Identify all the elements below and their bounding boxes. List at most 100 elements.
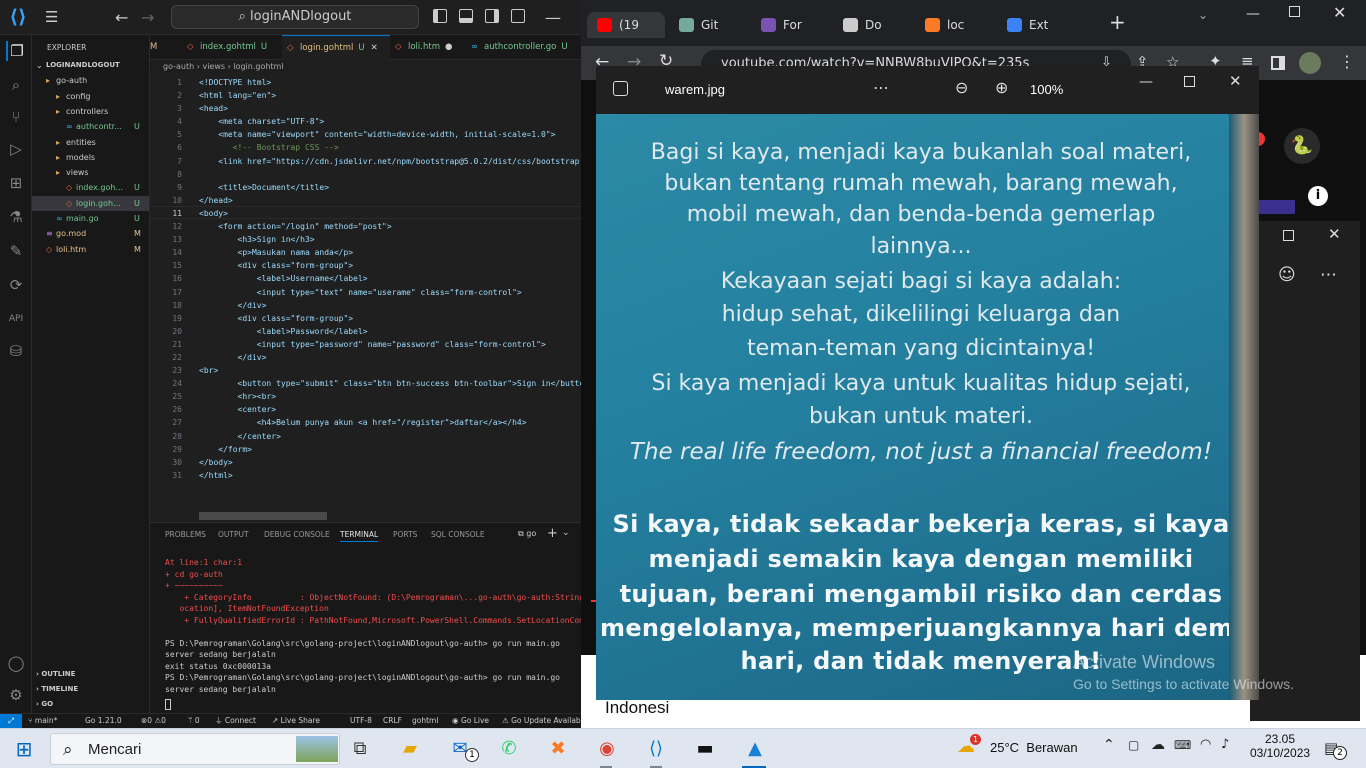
- go-section[interactable]: › GO: [36, 697, 53, 712]
- maximize-icon[interactable]: [1283, 230, 1294, 241]
- editor-tab[interactable]: M: [150, 35, 182, 60]
- tree-item[interactable]: ▸ models: [32, 150, 149, 165]
- code-line[interactable]: <body>: [199, 207, 581, 220]
- remote-explorer-icon[interactable]: ⟳: [6, 275, 26, 295]
- hamburger-menu-icon[interactable]: ☰: [45, 9, 63, 25]
- go-version[interactable]: Go 1.21.0: [85, 714, 122, 728]
- terminal-shell-selector[interactable]: ⧉ go: [518, 529, 536, 539]
- close-icon[interactable]: ✕: [1333, 3, 1346, 22]
- more-menu-icon[interactable]: ⋮: [1339, 52, 1355, 71]
- code-line[interactable]: </div>: [199, 351, 581, 364]
- browser-tab[interactable]: Do: [833, 12, 911, 38]
- run-debug-icon[interactable]: ▷: [6, 139, 26, 159]
- info-icon[interactable]: i: [1308, 186, 1328, 206]
- tab-search-icon[interactable]: ⌄: [1198, 8, 1208, 22]
- zoom-level[interactable]: 100%: [1030, 82, 1063, 97]
- code-line[interactable]: <h4>Belum punya akun <a href="/register"…: [199, 416, 581, 429]
- code-editor[interactable]: 1 2 3 4 5 6 7 8 9 10 11 12 13 14 15 16 17 18 19 20 21 22 23 24 2…: [150, 74, 581, 522]
- close-icon[interactable]: ✕: [1229, 72, 1242, 90]
- code-line[interactable]: </html>: [199, 469, 581, 482]
- vscode-icon[interactable]: ⟨⟩: [641, 735, 671, 763]
- editor-tab[interactable]: ◇ login.gohtml U ✕: [282, 35, 390, 60]
- account-icon[interactable]: ◯: [6, 653, 26, 673]
- more-options-icon[interactable]: ⋯: [873, 78, 889, 97]
- editor-tab[interactable]: ∞ authcontroller.go U: [466, 35, 581, 60]
- panel-tab[interactable]: OUTPUT: [218, 530, 249, 539]
- windows-start-icon[interactable]: ⊞: [9, 735, 39, 763]
- panel-tab[interactable]: PORTS: [393, 530, 417, 539]
- chrome-icon[interactable]: ◉: [592, 735, 622, 763]
- live-share-button[interactable]: ↗ Live Share: [272, 714, 320, 728]
- code-line[interactable]: </form>: [199, 443, 581, 456]
- horizontal-scrollbar[interactable]: [199, 512, 327, 520]
- clock[interactable]: 23.05 03/10/2023: [1250, 732, 1310, 760]
- go-update-button[interactable]: ⚠ Go Update Available: [502, 714, 581, 728]
- forward-arrow-icon[interactable]: →: [141, 8, 154, 27]
- outline-section[interactable]: › OUTLINE: [36, 667, 75, 682]
- eol-indicator[interactable]: CRLF: [383, 714, 402, 728]
- weather-text[interactable]: 25°C Berawan: [990, 740, 1078, 755]
- branch-indicator[interactable]: ⑂ main*: [28, 714, 57, 728]
- breadcrumb[interactable]: go-auth › views › login.gohtml: [150, 60, 581, 74]
- code-line[interactable]: <div class="form-group">: [199, 259, 581, 272]
- python-logo-icon[interactable]: 🐍: [1284, 128, 1320, 164]
- volume-icon[interactable]: ♪: [1221, 737, 1229, 752]
- extensions-icon[interactable]: ⊞: [6, 173, 26, 193]
- settings-gear-icon[interactable]: ⚙: [6, 685, 26, 705]
- terminal-dropdown-icon[interactable]: ⌄: [562, 528, 570, 538]
- zoom-in-icon[interactable]: ⊕: [995, 78, 1008, 97]
- maximize-icon[interactable]: [1289, 6, 1300, 17]
- timeline-section[interactable]: › TIMELINE: [36, 682, 78, 697]
- toggle-sidebar-icon[interactable]: [433, 9, 447, 23]
- panel-tab[interactable]: SQL CONSOLE: [431, 530, 485, 539]
- terminal-output[interactable]: At line:1 char:1 + cd go-auth + ~~~~~~~~~~…: [165, 557, 581, 695]
- emoji-icon[interactable]: ☺: [1278, 265, 1296, 285]
- testing-icon[interactable]: ⚗: [6, 207, 26, 227]
- editor-tab[interactable]: ◇ index.gohtml U: [182, 35, 282, 60]
- file-explorer-icon[interactable]: ▰: [395, 735, 425, 763]
- new-terminal-icon[interactable]: +: [547, 526, 558, 541]
- code-line[interactable]: <p>Masukan nama anda</p>: [199, 246, 581, 259]
- ports-indicator[interactable]: ᛘ 0: [188, 714, 200, 728]
- code-line[interactable]: <input type="password" name="password" c…: [199, 338, 581, 351]
- side-panel-icon[interactable]: [1271, 56, 1285, 70]
- code-line[interactable]: <center>: [199, 403, 581, 416]
- show-hidden-icons[interactable]: ⌃: [1103, 737, 1115, 753]
- code-line[interactable]: <form action="/login" method="post">: [199, 220, 581, 233]
- tree-item[interactable]: ◇ loli.htm M: [32, 242, 149, 257]
- go-live-button[interactable]: ◉ Go Live: [452, 714, 489, 728]
- code-line[interactable]: </div>: [199, 299, 581, 312]
- tree-item[interactable]: ⌄ LOGINANDLOGOUT: [32, 58, 149, 73]
- language-indicator[interactable]: gohtml: [412, 714, 438, 728]
- browser-tab[interactable]: For: [751, 12, 829, 38]
- customize-layout-icon[interactable]: [511, 9, 525, 23]
- xampp-icon[interactable]: ✖: [543, 735, 573, 763]
- code-line[interactable]: </head>: [199, 194, 581, 207]
- search-icon[interactable]: ⌕: [6, 75, 26, 95]
- editor-tab[interactable]: ◇ loli.htm ●: [390, 35, 466, 60]
- taskbar-search[interactable]: ⌕ Mencari: [50, 733, 340, 765]
- tree-item[interactable]: ▸ views: [32, 165, 149, 180]
- zoom-out-icon[interactable]: ⊖: [955, 78, 968, 97]
- close-tab-icon[interactable]: ✕: [371, 43, 378, 53]
- remote-indicator-icon[interactable]: ⤢: [0, 714, 22, 728]
- code-line[interactable]: <div class="form-group">: [199, 312, 581, 325]
- database-icon[interactable]: ⛁: [6, 341, 26, 361]
- tree-item[interactable]: ∞ authcontr... U: [32, 119, 149, 134]
- code-line[interactable]: <html lang="en">: [199, 89, 581, 102]
- code-content[interactable]: <!DOCTYPE html> <html lang="en"> <head> <m…: [199, 76, 581, 482]
- command-center-search[interactable]: ⌕ loginANDlogout: [171, 5, 419, 29]
- onedrive-icon[interactable]: ☁: [1151, 737, 1165, 753]
- code-line[interactable]: <label>Password</label>: [199, 325, 581, 338]
- device-icon[interactable]: ▢: [1128, 738, 1139, 752]
- connect-button[interactable]: ⏚ Connect: [215, 714, 256, 728]
- tree-item[interactable]: ≡ go.mod M: [32, 226, 149, 241]
- terminal-icon[interactable]: ▬: [690, 735, 720, 763]
- code-line[interactable]: <meta charset="UTF-8">: [199, 115, 581, 128]
- tree-item[interactable]: ▸ entities: [32, 135, 149, 150]
- browser-tab[interactable]: loc: [915, 12, 993, 38]
- minimize-icon[interactable]: —: [1246, 6, 1260, 22]
- more-options-icon[interactable]: ⋯: [1320, 265, 1337, 285]
- tree-item[interactable]: ▸ go-auth: [32, 73, 149, 88]
- code-line[interactable]: [199, 168, 581, 181]
